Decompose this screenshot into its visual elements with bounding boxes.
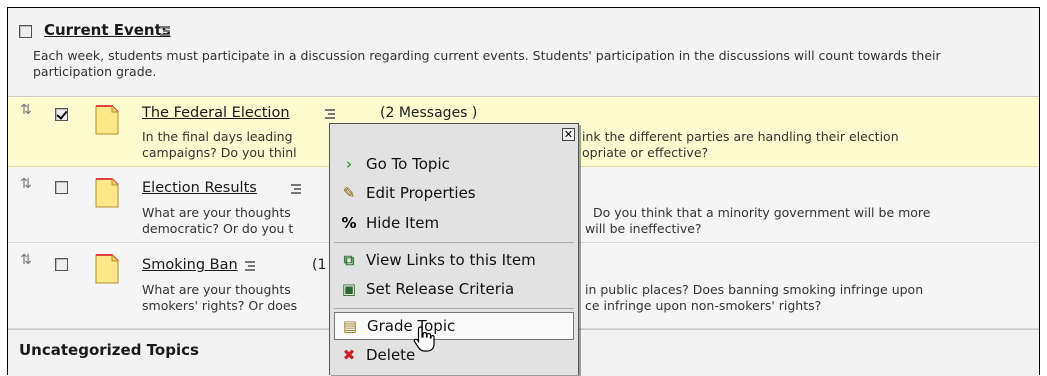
topic-note-icon <box>95 178 119 208</box>
topic-checkbox[interactable] <box>55 108 68 121</box>
links-icon: ⧉ <box>343 251 355 269</box>
menu-item-view-links[interactable]: ⧉ View Links to this Item <box>334 246 574 274</box>
go-arrow-icon: › <box>345 155 353 173</box>
topic-note-icon <box>95 105 119 135</box>
menu-item-label: Set Release Criteria <box>366 280 515 298</box>
category-menu-icon[interactable] <box>160 24 172 38</box>
menu-item-grade-topic[interactable]: ▤ Grade Topic <box>334 312 574 340</box>
release-criteria-icon: ▣ <box>341 280 357 298</box>
category-description: Each week, students must participate in … <box>33 48 941 79</box>
close-icon[interactable]: ✕ <box>562 128 575 141</box>
drag-handle-icon[interactable]: ⇅ <box>17 101 35 119</box>
topic-menu-icon[interactable] <box>325 107 337 121</box>
menu-item-delete[interactable]: ✖ Delete <box>334 341 574 369</box>
menu-item-label: Hide Item <box>366 214 440 232</box>
message-count: (1 <box>312 257 327 273</box>
category-title[interactable]: Current Events <box>44 21 171 39</box>
topic-checkbox[interactable] <box>55 258 68 271</box>
topic-title[interactable]: Election Results <box>142 180 257 196</box>
menu-separator <box>334 308 574 309</box>
menu-item-label: View Links to this Item <box>366 251 536 269</box>
menu-item-label: Delete <box>366 346 416 364</box>
menu-item-hide-item[interactable]: % Hide Item <box>334 209 574 237</box>
topic-note-icon <box>95 254 119 284</box>
hide-icon: % <box>341 214 357 232</box>
topic-description-line1-end: in public places? Does banning smoking i… <box>585 282 924 297</box>
topic-context-menu: ✕ › Go To Topic ✎ Edit Properties % Hide… <box>329 123 579 375</box>
topic-description-line1-end: ink the different parties are handling t… <box>582 129 899 144</box>
topic-checkbox[interactable] <box>55 181 68 194</box>
topic-title[interactable]: The Federal Election <box>142 105 290 121</box>
drag-handle-icon[interactable]: ⇅ <box>17 175 35 193</box>
grade-icon: ▤ <box>342 317 358 335</box>
topic-menu-icon[interactable] <box>291 182 303 196</box>
drag-handle-icon[interactable]: ⇅ <box>17 251 35 269</box>
topic-description-line2-end: ce infringe upon non-smokers' rights? <box>585 298 822 313</box>
uncategorized-title[interactable]: Uncategorized Topics <box>19 341 199 359</box>
menu-item-label: Edit Properties <box>366 184 476 202</box>
menu-item-label: Go To Topic <box>366 155 450 173</box>
category-current-events: Current Events Each week, students must … <box>8 8 1039 97</box>
menu-item-go-to-topic[interactable]: › Go To Topic <box>334 150 574 178</box>
topic-menu-icon[interactable] <box>245 259 257 273</box>
topic-description-line2-end: will be ineffective? <box>585 221 702 236</box>
hand-cursor-icon <box>413 326 435 352</box>
topic-description-line1-end: Do you think that a minority government … <box>593 205 931 220</box>
pencil-icon: ✎ <box>342 184 356 202</box>
topic-title[interactable]: Smoking Ban <box>142 257 238 273</box>
menu-separator <box>334 242 574 243</box>
delete-x-icon: ✖ <box>342 346 356 364</box>
topic-description-line2-end: opriate or effective? <box>582 145 709 160</box>
menu-item-edit-properties[interactable]: ✎ Edit Properties <box>334 179 574 207</box>
message-count: (2 Messages ) <box>380 105 478 121</box>
menu-item-set-release-criteria[interactable]: ▣ Set Release Criteria <box>334 275 574 303</box>
category-checkbox[interactable] <box>19 25 32 38</box>
